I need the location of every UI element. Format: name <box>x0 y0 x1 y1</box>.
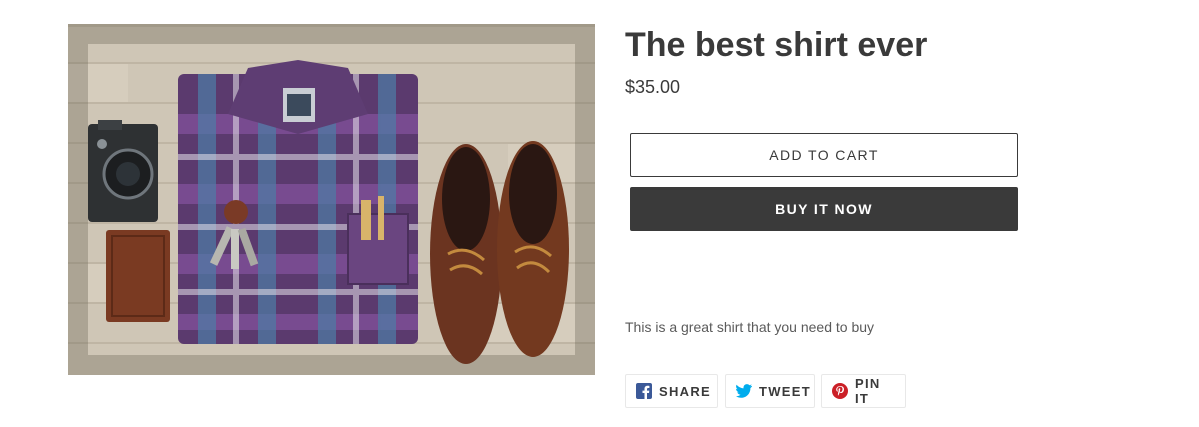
wallet <box>106 230 170 322</box>
product-description: This is a great shirt that you need to b… <box>625 319 875 335</box>
share-twitter-button[interactable]: TWEET <box>725 374 815 408</box>
share-facebook-button[interactable]: SHARE <box>625 374 718 408</box>
product-title: The best shirt ever <box>625 26 928 64</box>
twitter-icon <box>736 384 752 398</box>
share-pinterest-label: PIN IT <box>855 376 881 406</box>
share-pinterest-button[interactable]: PIN IT <box>821 374 906 408</box>
product-image[interactable] <box>68 24 595 375</box>
facebook-icon <box>636 383 652 399</box>
share-twitter-label: TWEET <box>759 383 811 399</box>
buy-it-now-button[interactable]: BUY IT NOW <box>630 187 1018 231</box>
plaid-shirt <box>178 60 418 344</box>
camera <box>88 120 158 222</box>
pinterest-icon <box>832 383 848 399</box>
add-to-cart-button[interactable]: ADD TO CART <box>630 133 1018 177</box>
share-facebook-label: SHARE <box>659 383 712 399</box>
product-photo <box>68 24 595 375</box>
product-price: $35.00 <box>625 77 681 97</box>
